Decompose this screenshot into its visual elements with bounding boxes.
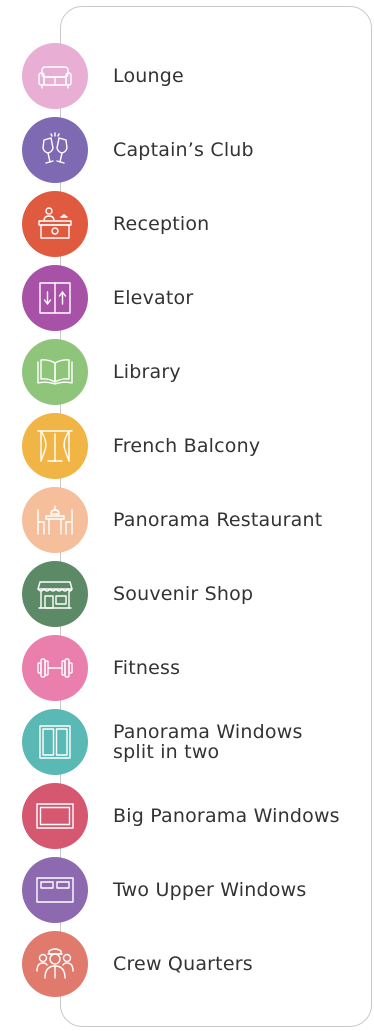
legend-label: Two Upper Windows	[113, 879, 307, 901]
legend-circle	[22, 339, 88, 405]
crew-people-icon	[36, 948, 74, 979]
legend-item-elevator: Elevator	[22, 265, 362, 331]
legend-label: Panorama Restaurant	[113, 509, 323, 531]
legend-item-big-panorama-windows: Big Panorama Windows	[22, 783, 362, 849]
curtains-window-icon	[37, 430, 73, 462]
legend-label: Reception	[113, 213, 210, 235]
split-window-icon	[39, 725, 71, 759]
legend-item-lounge: Lounge	[22, 43, 362, 109]
legend-label: Big Panorama Windows	[113, 805, 340, 827]
legend-circle	[22, 487, 88, 553]
legend-item-fitness: Fitness	[22, 635, 362, 701]
legend-item-panorama-restaurant: Panorama Restaurant	[22, 487, 362, 553]
legend-label: Souvenir Shop	[113, 583, 254, 605]
legend-label: Panorama Windows split in two	[113, 721, 303, 763]
legend-circle	[22, 413, 88, 479]
legend-item-souvenir-shop: Souvenir Shop	[22, 561, 362, 627]
legend-circle	[22, 709, 88, 775]
legend-label: Crew Quarters	[113, 953, 253, 975]
legend-circle	[22, 635, 88, 701]
legend-circle	[22, 265, 88, 331]
legend-circle	[22, 931, 88, 997]
reception-desk-icon	[38, 207, 72, 239]
two-upper-windows-icon	[36, 877, 74, 903]
legend-item-captains-club: Captain’s Club	[22, 117, 362, 183]
elevator-icon	[39, 282, 71, 314]
sofa-icon	[38, 66, 72, 89]
big-window-icon	[36, 803, 74, 829]
legend-item-reception: Reception	[22, 191, 362, 257]
legend-item-french-balcony: French Balcony	[22, 413, 362, 479]
legend-label: Fitness	[113, 657, 181, 679]
dining-table-icon	[37, 505, 73, 535]
legend-item-library: Library	[22, 339, 362, 405]
dumbbell-icon	[37, 658, 73, 678]
facility-legend: Lounge Captain’s Club Reception Elevator…	[0, 0, 374, 1031]
champagne-glasses-icon	[42, 132, 68, 164]
legend-circle	[22, 117, 88, 183]
shop-storefront-icon	[37, 581, 73, 609]
legend-label: French Balcony	[113, 435, 261, 457]
legend-circle	[22, 857, 88, 923]
open-book-icon	[37, 359, 73, 385]
legend-label: Elevator	[113, 287, 194, 309]
legend-item-crew-quarters: Crew Quarters	[22, 931, 362, 997]
legend-circle	[22, 191, 88, 257]
legend-item-panorama-windows-split: Panorama Windows split in two	[22, 709, 362, 775]
legend-circle	[22, 783, 88, 849]
legend-circle	[22, 561, 88, 627]
legend-circle	[22, 43, 88, 109]
legend-label: Captain’s Club	[113, 139, 254, 161]
legend-item-two-upper-windows: Two Upper Windows	[22, 857, 362, 923]
legend-label: Lounge	[113, 65, 184, 87]
legend-label: Library	[113, 361, 181, 383]
